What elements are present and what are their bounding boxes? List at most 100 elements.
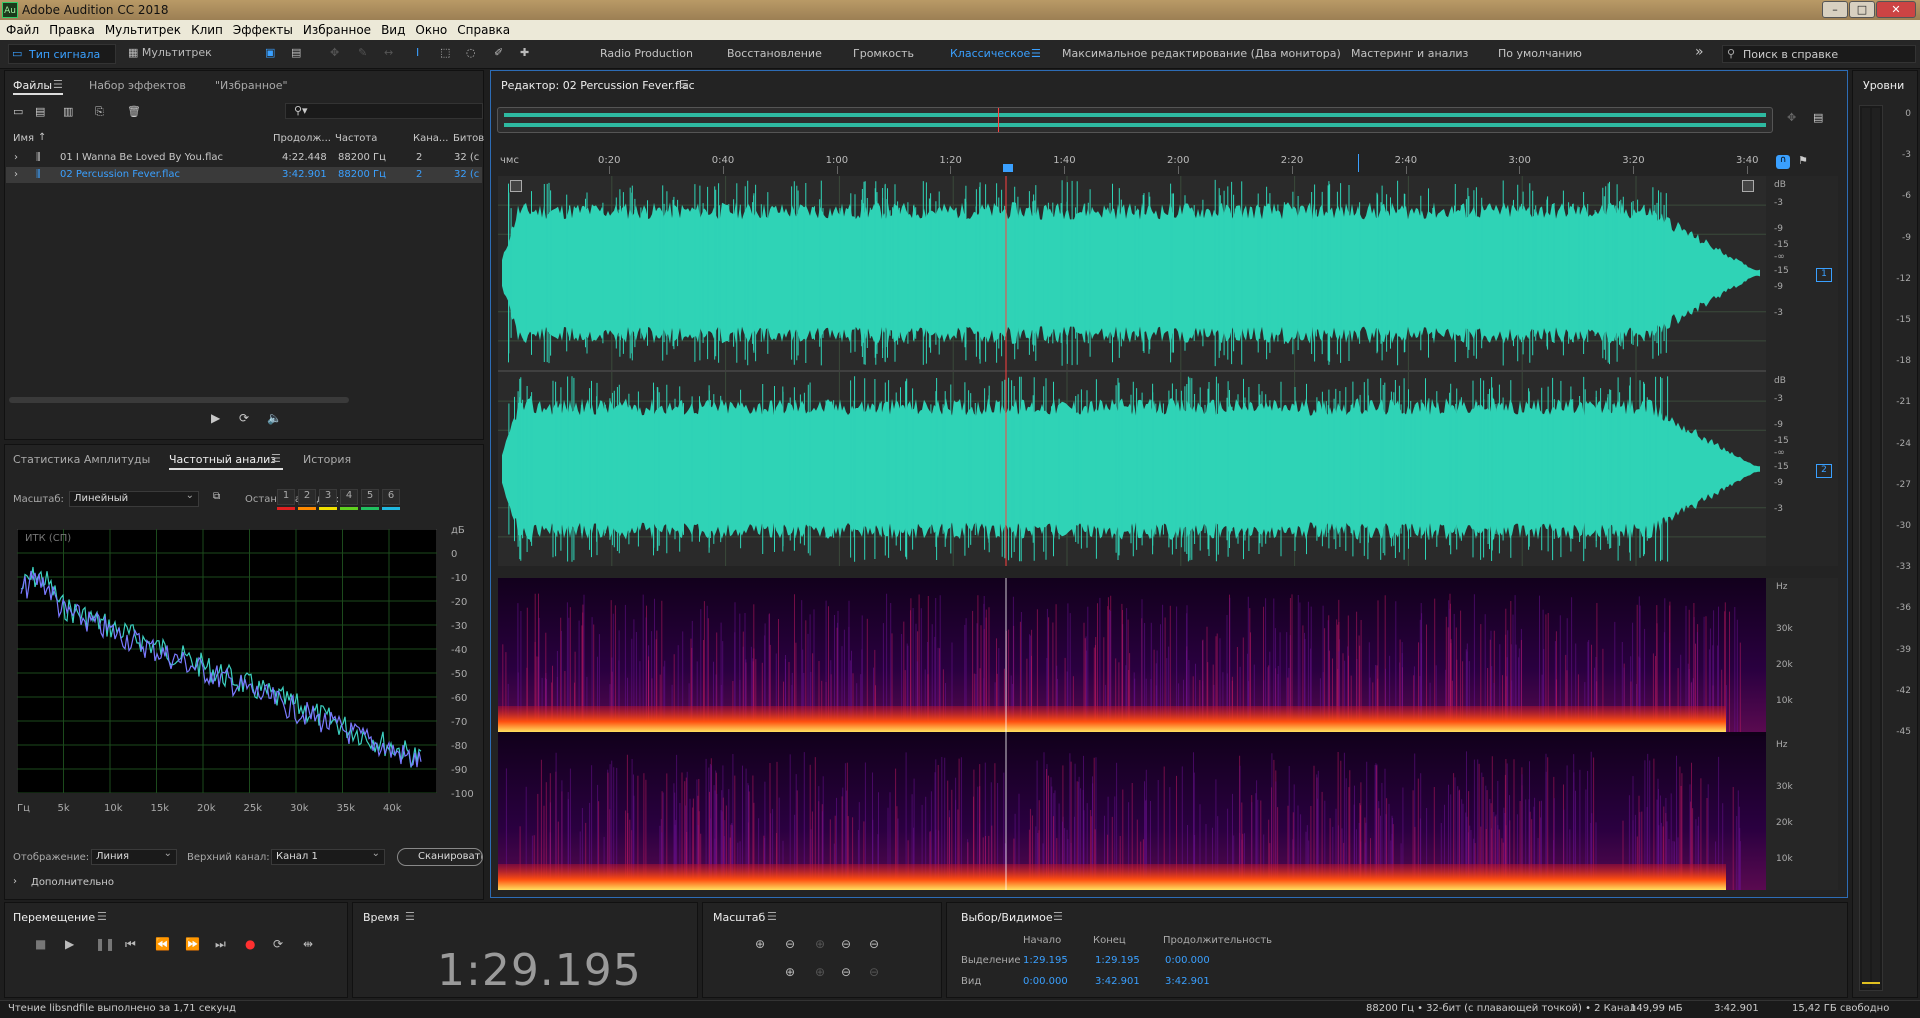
channel-badge-1[interactable]: 1 — [1816, 268, 1832, 282]
razor-tool-icon[interactable]: ✎ — [358, 46, 367, 59]
waveform-display[interactable] — [498, 176, 1766, 566]
playhead-handle[interactable] — [1003, 164, 1013, 172]
time-selection-tool-icon[interactable]: I — [416, 46, 419, 59]
channel-badge-2[interactable]: 2 — [1816, 464, 1832, 478]
spot-healing-tool-icon[interactable]: ✚ — [520, 46, 529, 59]
menu-window[interactable]: Окно — [409, 20, 451, 37]
waveform-view-button[interactable]: ▭ Тип сигнала — [8, 44, 116, 64]
advanced-chevron-icon[interactable]: › — [13, 876, 17, 887]
snap-icon[interactable]: ∩ — [1776, 155, 1790, 169]
workspace-classic[interactable]: Классическое — [950, 47, 1030, 60]
freeze-slot-button[interactable]: 4 — [340, 489, 358, 505]
slip-tool-icon[interactable]: ↔ — [384, 46, 393, 59]
stop-icon[interactable]: ■ — [35, 937, 46, 951]
analysis-panel-menu-icon[interactable]: ☰ — [271, 452, 281, 465]
table-row-selected[interactable]: › ⫼ 02 Percussion Fever.flac 3:42.901 88… — [6, 167, 482, 183]
fade-in-handle[interactable] — [510, 180, 522, 192]
tab-amplitude-stats[interactable]: Статистика Амплитуды — [13, 453, 150, 466]
editor-menu-icon[interactable]: ☰ — [679, 78, 689, 91]
menu-multitrack[interactable]: Мультитрек — [99, 20, 185, 37]
pause-icon[interactable]: ❚❚ — [95, 937, 115, 951]
freeze-slot-button[interactable]: 6 — [382, 489, 400, 505]
tab-files[interactable]: Файлы — [13, 79, 52, 92]
scale-dropdown[interactable]: Линейный — [69, 490, 199, 507]
zoom-out-amplitude-icon[interactable]: ⊖ — [785, 937, 795, 951]
freeze-slot-button[interactable]: 5 — [361, 489, 379, 505]
maximize-button[interactable]: □ — [1849, 1, 1875, 18]
move-tool-icon[interactable]: ✥ — [330, 46, 339, 59]
tab-history[interactable]: История — [303, 453, 351, 466]
marker-pin-icon[interactable]: ⚑ — [1798, 154, 1808, 167]
preview-loop-icon[interactable]: ⟳ — [239, 411, 249, 425]
view-end[interactable]: 3:42.901 — [1095, 976, 1140, 987]
scan-button[interactable]: Сканировать — [397, 848, 483, 866]
tab-frequency-analysis[interactable]: Частотный анализ — [169, 453, 276, 466]
channel-dropdown[interactable]: Канал 1 — [271, 848, 385, 865]
spectral-display[interactable] — [498, 578, 1766, 890]
zoom-in-start-icon[interactable]: ⊕ — [785, 965, 795, 979]
insert-multitrack-icon[interactable]: ⎘ — [95, 105, 104, 119]
rewind-icon[interactable]: ⏪ — [155, 937, 170, 951]
pitch-display-icon[interactable]: ▤ — [291, 46, 301, 59]
copy-icon[interactable]: ⧉ — [213, 491, 220, 502]
workspace-overflow-button[interactable]: » — [1695, 44, 1704, 60]
files-filter-input[interactable]: ⚲▾ — [285, 103, 483, 119]
freeze-slot-button[interactable]: 2 — [298, 489, 316, 505]
new-file-icon[interactable]: ▥ — [63, 105, 73, 118]
view-duration[interactable]: 3:42.901 — [1165, 976, 1210, 987]
close-button[interactable]: ✕ — [1876, 1, 1916, 18]
overview-navigator[interactable] — [497, 107, 1773, 133]
timeline-ruler[interactable]: чмс 0:20 0:40 1:00 1:20 1:40 2:00 2:20 2:40 3:00… — [498, 152, 1766, 174]
advanced-toggle[interactable]: Дополнительно — [31, 877, 114, 888]
tab-effects-rack[interactable]: Набор эффектов — [89, 79, 186, 92]
import-file-icon[interactable]: ▤ — [35, 105, 45, 118]
menu-effects[interactable]: Эффекты — [227, 20, 297, 37]
time-menu-icon[interactable]: ☰ — [405, 910, 415, 923]
minimize-button[interactable]: – — [1822, 1, 1848, 18]
workspace-default[interactable]: По умолчанию — [1498, 47, 1582, 60]
horizontal-scrollbar[interactable] — [9, 397, 349, 403]
workspace-restoration[interactable]: Восстановление — [727, 47, 822, 60]
transport-menu-icon[interactable]: ☰ — [97, 910, 107, 923]
zoom-in-end-icon[interactable]: ⊕ — [815, 965, 825, 979]
skip-selection-icon[interactable]: ⇹ — [303, 937, 313, 951]
selection-end[interactable]: 1:29.195 — [1095, 955, 1140, 966]
expand-chevron-icon[interactable]: › — [14, 152, 18, 163]
multitrack-view-button[interactable]: ▦ Мультитрек — [128, 46, 212, 59]
zoom-reset-icon[interactable]: ⊖ — [869, 965, 879, 979]
menu-favorites[interactable]: Избранное — [297, 20, 375, 37]
table-row[interactable]: › ⫼ 01 I Wanna Be Loved By You.flac 4:22… — [6, 150, 482, 166]
to-start-icon[interactable]: ⏮ — [125, 937, 136, 952]
to-end-icon[interactable]: ⏭ — [215, 937, 226, 952]
zoom-out-time-icon[interactable]: ⊖ — [841, 937, 851, 951]
selection-menu-icon[interactable]: ☰ — [1053, 910, 1063, 923]
zoom-out-full-icon[interactable]: ⊖ — [869, 937, 879, 951]
zoom-in-amplitude-icon[interactable]: ⊕ — [755, 937, 765, 951]
overview-menu-icon[interactable]: ▤ — [1813, 111, 1823, 124]
column-channels[interactable]: Кана... — [413, 133, 448, 144]
selection-duration[interactable]: 0:00.000 — [1165, 955, 1210, 966]
zoom-fit-icon[interactable]: ✥ — [1787, 111, 1796, 124]
view-start[interactable]: 0:00.000 — [1023, 976, 1068, 987]
delete-file-icon[interactable]: 🗑 — [127, 105, 141, 118]
menu-edit[interactable]: Правка — [43, 20, 99, 37]
workspace-radio-production[interactable]: Radio Production — [600, 47, 693, 60]
help-search-input[interactable]: ⚲ Поиск в справке — [1722, 45, 1916, 63]
freeze-slot-button[interactable]: 3 — [319, 489, 337, 505]
menu-help[interactable]: Справка — [451, 20, 514, 37]
column-name[interactable]: Имя — [13, 133, 34, 144]
workspace-mastering[interactable]: Мастеринг и анализ — [1351, 47, 1468, 60]
workspace-loudness[interactable]: Громкость — [853, 47, 914, 60]
autoplay-speaker-icon[interactable]: 🔈 — [267, 411, 282, 425]
selection-start[interactable]: 1:29.195 — [1023, 955, 1068, 966]
workspace-menu-icon[interactable]: ☰ — [1031, 47, 1041, 60]
column-bits[interactable]: Битов — [453, 133, 484, 144]
tab-favorites[interactable]: "Избранное" — [215, 79, 288, 92]
preview-play-icon[interactable]: ▶ — [211, 411, 220, 425]
marquee-tool-icon[interactable]: ⬚ — [440, 46, 450, 59]
menu-file[interactable]: Файл — [0, 20, 43, 37]
files-panel-menu-icon[interactable]: ☰ — [53, 78, 63, 91]
menu-clip[interactable]: Клип — [185, 20, 227, 37]
record-icon[interactable]: ● — [245, 937, 255, 951]
expand-chevron-icon[interactable]: › — [14, 169, 18, 180]
